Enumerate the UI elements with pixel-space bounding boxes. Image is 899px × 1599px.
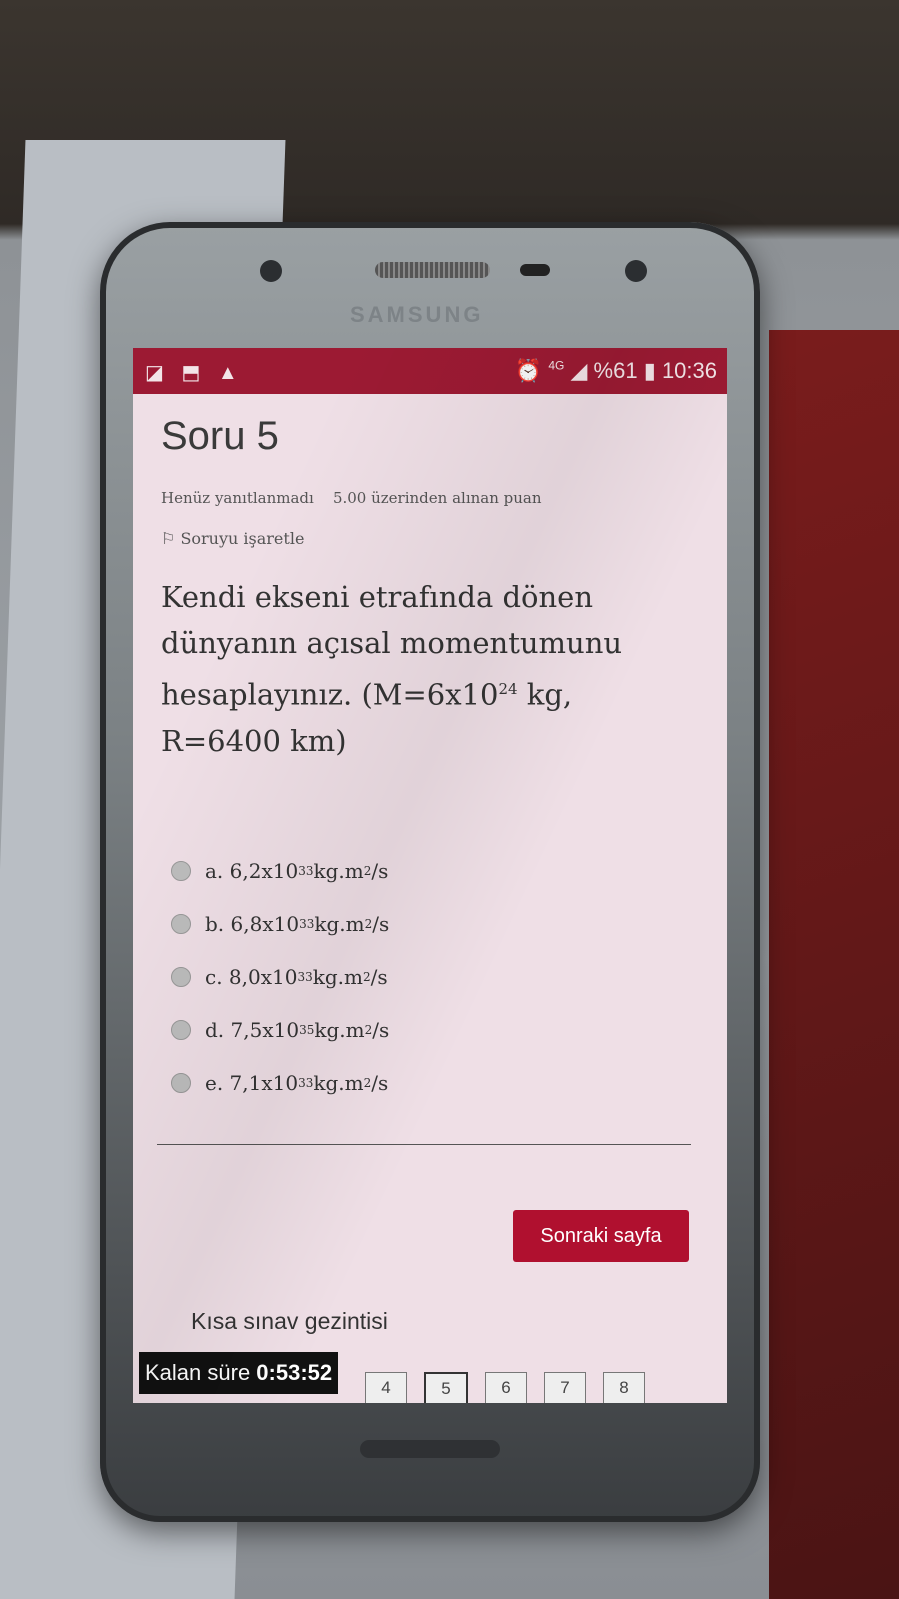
battery-icon: ▮: [643, 358, 656, 383]
remaining-time: Kalan süre 0:53:52: [139, 1352, 339, 1394]
answer-unit-tail: /s: [371, 1070, 389, 1095]
phone-top-bezel: SAMSUNG: [120, 240, 740, 340]
divider: [157, 1144, 691, 1145]
battery-percent: %61: [593, 358, 638, 383]
answer-exponent: 35: [299, 1022, 315, 1037]
radio-button[interactable]: [171, 913, 191, 934]
next-page-button[interactable]: Sonraki sayfa: [513, 1210, 689, 1262]
answer-exponent: 33: [298, 863, 314, 878]
phone-bottom-bezel: [110, 1410, 750, 1510]
answer-unit-exponent: 2: [363, 1075, 372, 1090]
page-button-7[interactable]: 7: [544, 1372, 586, 1403]
answer-status: Henüz yanıtlanmadı: [161, 489, 314, 507]
answer-label: e. 7,1x10: [205, 1070, 299, 1095]
home-button[interactable]: [360, 1440, 500, 1458]
answer-unit-tail: /s: [372, 1017, 390, 1042]
answer-option-b[interactable]: b. 6,8x10 33 kg.m 2/s: [171, 897, 389, 950]
question-content: Soru 5 Henüz yanıtlanmadı 5.00 üzerinden…: [161, 408, 701, 764]
page-button-8[interactable]: 8: [603, 1372, 645, 1403]
red-object: [769, 330, 899, 1599]
page-button-6[interactable]: 6: [485, 1372, 527, 1403]
answer-label: a. 6,2x10: [205, 858, 299, 883]
clock: 10:36: [661, 358, 717, 383]
radio-button[interactable]: [171, 860, 191, 881]
answer-exponent: 33: [297, 969, 313, 984]
question-text-exponent: 24: [498, 680, 518, 698]
answer-unit-exponent: 2: [364, 916, 373, 931]
flag-question-link[interactable]: ⚐ Soruyu işaretle: [161, 529, 701, 548]
answer-unit-exponent: 2: [363, 863, 372, 878]
page-button-5[interactable]: 5: [424, 1372, 468, 1403]
answer-option-a[interactable]: a. 6,2x10 33 kg.m 2/s: [171, 844, 389, 897]
earpiece-speaker: [375, 262, 490, 278]
timer-value: 0:53:52: [256, 1360, 333, 1385]
radio-button[interactable]: [171, 1072, 191, 1093]
status-bar: ◪ ⬒ ▲ ⏰ 4G ◢ %61 ▮ 10:36: [133, 348, 727, 394]
front-camera-icon: [625, 260, 647, 282]
status-right: ⏰ 4G ◢ %61 ▮ 10:36: [515, 358, 717, 384]
radio-button[interactable]: [171, 1019, 191, 1040]
answer-option-c[interactable]: c. 8,0x10 33 kg.m 2/s: [171, 950, 389, 1003]
answer-unit: kg.m: [314, 911, 365, 936]
answer-exponent: 33: [299, 916, 315, 931]
notification-icons: ◪ ⬒ ▲: [145, 362, 244, 384]
alarm-icon: ⏰: [514, 358, 549, 383]
answer-unit-exponent: 2: [362, 969, 371, 984]
answer-unit-exponent: 2: [364, 1022, 373, 1037]
answer-label: d. 7,5x10: [205, 1017, 300, 1042]
flag-label: Soruyu işaretle: [180, 529, 305, 548]
question-text: Kendi ekseni etrafında dönen dünyanın aç…: [161, 574, 701, 764]
answer-unit: kg.m: [314, 1017, 365, 1042]
proximity-sensor: [520, 264, 550, 276]
answer-unit-tail: /s: [371, 858, 389, 883]
phone-screen: ◪ ⬒ ▲ ⏰ 4G ◢ %61 ▮ 10:36 Soru 5 Henüz ya…: [133, 348, 727, 1403]
answer-unit: kg.m: [313, 1070, 364, 1095]
answer-unit: kg.m: [313, 858, 364, 883]
network-label: 4G: [548, 358, 565, 373]
signal-icon: ◢: [570, 358, 594, 383]
question-title: Soru 5: [161, 414, 279, 458]
question-points: 5.00 üzerinden alınan puan: [332, 489, 542, 507]
answer-options: a. 6,2x10 33 kg.m 2/s b. 6,8x10 33 kg.m 2/s …: [171, 844, 389, 1109]
quiz-navigation-title: Kısa sınav gezintisi: [191, 1308, 388, 1334]
answer-unit: kg.m: [312, 964, 363, 989]
answer-unit-tail: /s: [372, 911, 390, 936]
question-meta: Henüz yanıtlanmadı 5.00 üzerinden alınan…: [161, 489, 701, 507]
radio-button[interactable]: [171, 966, 191, 987]
quiz-page-navigation: 4 5 6 7 8: [365, 1372, 662, 1403]
timer-label: Kalan süre: [145, 1360, 257, 1385]
brand-logo: SAMSUNG: [350, 302, 484, 327]
flag-icon: ⚐: [161, 529, 181, 548]
answer-option-d[interactable]: d. 7,5x10 35 kg.m 2/s: [171, 1003, 389, 1056]
answer-label: b. 6,8x10: [205, 911, 300, 936]
answer-option-e[interactable]: e. 7,1x10 33 kg.m 2/s: [171, 1056, 389, 1109]
sensor-icon: [260, 260, 282, 282]
answer-exponent: 33: [298, 1075, 314, 1090]
answer-label: c. 8,0x10: [205, 964, 298, 989]
answer-unit-tail: /s: [370, 964, 388, 989]
page-button-4[interactable]: 4: [365, 1372, 407, 1403]
